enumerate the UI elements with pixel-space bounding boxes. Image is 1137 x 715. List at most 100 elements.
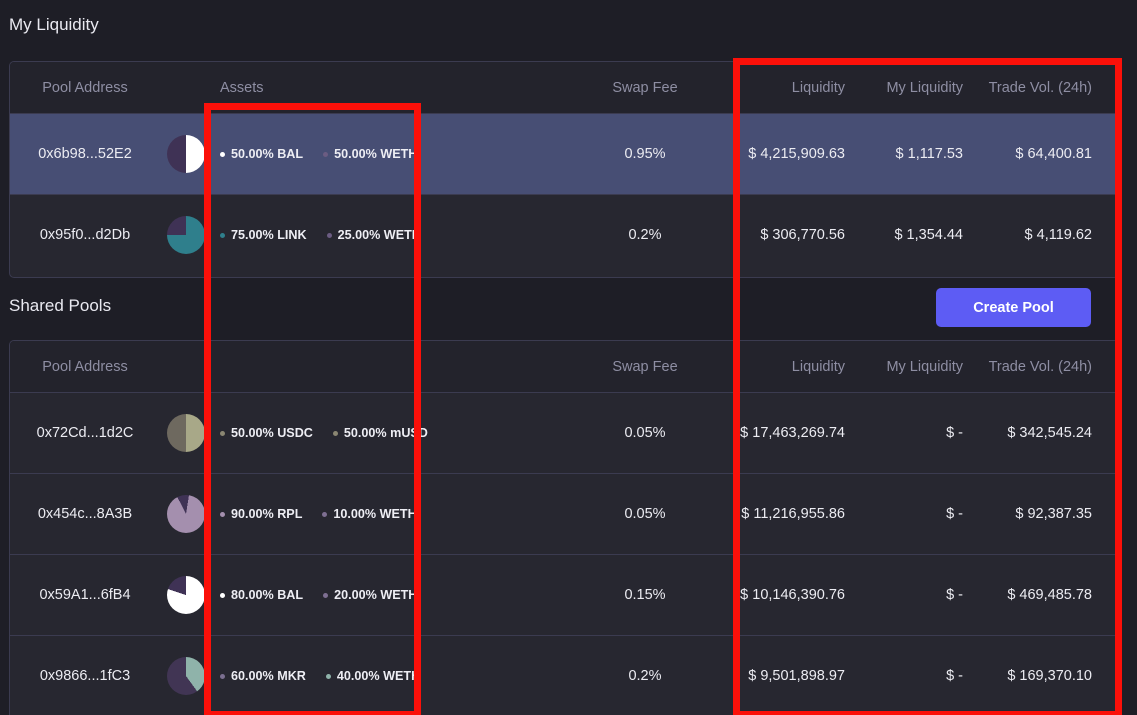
liquidity-cell: $ 4,215,909.63 <box>725 146 845 162</box>
token-color-dot-icon <box>322 512 327 517</box>
asset-weight-label: 90.00% RPL <box>231 507 302 521</box>
asset-weight-item: 40.00% WETH <box>326 669 420 683</box>
shared-pools-table: Pool Address Swap Fee Liquidity My Liqui… <box>9 340 1119 715</box>
column-header-trade-vol[interactable]: Trade Vol. (24h) <box>963 359 1118 375</box>
pool-weights-pie-icon <box>160 414 212 452</box>
table-row[interactable]: 0x72Cd...1d2C 50.00% USDC 50.00% mUSD 0.05%… <box>10 392 1118 473</box>
swap-fee-cell: 0.15% <box>565 587 725 603</box>
liquidity-cell: $ 11,216,955.86 <box>725 506 845 522</box>
swap-fee-cell: 0.05% <box>565 425 725 441</box>
pool-address-cell: 0x6b98...52E2 <box>10 146 160 162</box>
liquidity-cell: $ 10,146,390.76 <box>725 587 845 603</box>
asset-weight-label: 25.00% WETH <box>338 228 421 242</box>
token-color-dot-icon <box>220 512 225 517</box>
token-color-dot-icon <box>220 674 225 679</box>
liquidity-cell: $ 306,770.56 <box>725 227 845 243</box>
column-header-trade-vol[interactable]: Trade Vol. (24h) <box>963 80 1118 96</box>
trade-volume-cell: $ 469,485.78 <box>963 587 1118 603</box>
asset-weight-item: 90.00% RPL <box>220 507 302 521</box>
assets-cell: 60.00% MKR 40.00% WETH <box>212 669 565 683</box>
pool-weights-pie-icon <box>160 216 212 254</box>
assets-cell: 75.00% LINK 25.00% WETH <box>212 228 565 242</box>
asset-weight-item: 50.00% WETH <box>323 147 417 161</box>
token-color-dot-icon <box>323 593 328 598</box>
swap-fee-cell: 0.2% <box>565 668 725 684</box>
asset-weight-item: 60.00% MKR <box>220 669 306 683</box>
trade-volume-cell: $ 4,119.62 <box>963 227 1118 243</box>
pool-address-cell: 0x9866...1fC3 <box>10 668 160 684</box>
pool-weights-pie-icon <box>160 495 212 533</box>
asset-weight-label: 80.00% BAL <box>231 588 303 602</box>
token-color-dot-icon <box>333 431 338 436</box>
column-header-pool-address[interactable]: Pool Address <box>10 359 160 375</box>
trade-volume-cell: $ 342,545.24 <box>963 425 1118 441</box>
asset-weight-item: 80.00% BAL <box>220 588 303 602</box>
token-color-dot-icon <box>327 233 332 238</box>
liquidity-cell: $ 17,463,269.74 <box>725 425 845 441</box>
trade-volume-cell: $ 92,387.35 <box>963 506 1118 522</box>
asset-weight-item: 25.00% WETH <box>327 228 421 242</box>
swap-fee-cell: 0.2% <box>565 227 725 243</box>
asset-weight-item: 10.00% WETH <box>322 507 416 521</box>
assets-cell: 50.00% BAL 50.00% WETH <box>212 147 565 161</box>
column-header-swap-fee[interactable]: Swap Fee <box>565 359 725 375</box>
swap-fee-cell: 0.05% <box>565 506 725 522</box>
pool-address-cell: 0x454c...8A3B <box>10 506 160 522</box>
my-liquidity-cell: $ - <box>845 587 963 603</box>
token-color-dot-icon <box>220 152 225 157</box>
token-color-dot-icon <box>220 233 225 238</box>
table-row[interactable]: 0x6b98...52E250.00% BAL50.00% WETH0.95%$… <box>10 113 1118 194</box>
my-liquidity-cell: $ 1,117.53 <box>845 146 963 162</box>
table-header-row: Pool Address Swap Fee Liquidity My Liqui… <box>10 341 1118 392</box>
asset-weight-item: 50.00% USDC <box>220 426 313 440</box>
token-color-dot-icon <box>220 431 225 436</box>
my-liquidity-cell: $ 1,354.44 <box>845 227 963 243</box>
create-pool-button[interactable]: Create Pool <box>936 288 1091 327</box>
column-header-my-liquidity[interactable]: My Liquidity <box>845 359 963 375</box>
asset-weight-item: 50.00% BAL <box>220 147 303 161</box>
my-liquidity-cell: $ - <box>845 668 963 684</box>
pool-weights-pie-icon <box>160 135 212 173</box>
assets-cell: 80.00% BAL 20.00% WETH <box>212 588 565 602</box>
table-row[interactable]: 0x59A1...6fB480.00% BAL20.00% WETH0.15%$… <box>10 554 1118 635</box>
my-liquidity-cell: $ - <box>845 506 963 522</box>
asset-weight-label: 60.00% MKR <box>231 669 306 683</box>
assets-cell: 90.00% RPL 10.00% WETH <box>212 507 565 521</box>
asset-weight-label: 10.00% WETH <box>333 507 416 521</box>
token-color-dot-icon <box>220 593 225 598</box>
trade-volume-cell: $ 64,400.81 <box>963 146 1118 162</box>
assets-cell: 50.00% USDC 50.00% mUSD <box>212 426 565 440</box>
asset-weight-item: 75.00% LINK <box>220 228 307 242</box>
swap-fee-cell: 0.95% <box>565 146 725 162</box>
column-header-assets[interactable]: Assets <box>212 80 565 96</box>
my-liquidity-title: My Liquidity <box>0 15 99 35</box>
pool-weights-pie-icon <box>160 576 212 614</box>
pool-address-cell: 0x59A1...6fB4 <box>10 587 160 603</box>
pool-address-cell: 0x95f0...d2Db <box>10 227 160 243</box>
asset-weight-label: 75.00% LINK <box>231 228 307 242</box>
shared-pools-title: Shared Pools <box>0 296 111 316</box>
pool-address-cell: 0x72Cd...1d2C <box>10 425 160 441</box>
my-liquidity-cell: $ - <box>845 425 963 441</box>
column-header-liquidity[interactable]: Liquidity <box>725 80 845 96</box>
asset-weight-item: 50.00% mUSD <box>333 426 428 440</box>
asset-weight-label: 40.00% WETH <box>337 669 420 683</box>
table-row[interactable]: 0x95f0...d2Db75.00% LINK25.00% WETH0.2%$… <box>10 194 1118 275</box>
table-row[interactable]: 0x454c...8A3B90.00% RPL10.00% WETH0.05%$… <box>10 473 1118 554</box>
asset-weight-label: 50.00% WETH <box>334 147 417 161</box>
asset-weight-label: 20.00% WETH <box>334 588 417 602</box>
token-color-dot-icon <box>323 152 328 157</box>
column-header-liquidity[interactable]: Liquidity <box>725 359 845 375</box>
liquidity-cell: $ 9,501,898.97 <box>725 668 845 684</box>
asset-weight-label: 50.00% USDC <box>231 426 313 440</box>
token-color-dot-icon <box>326 674 331 679</box>
shared-pools-toolbar: Create Pool <box>9 279 1119 336</box>
my-liquidity-table: Pool Address Assets Swap Fee Liquidity M… <box>9 61 1119 278</box>
trade-volume-cell: $ 169,370.10 <box>963 668 1118 684</box>
table-row[interactable]: 0x9866...1fC360.00% MKR40.00% WETH0.2%$ … <box>10 635 1118 715</box>
table-header-row: Pool Address Assets Swap Fee Liquidity M… <box>10 62 1118 113</box>
column-header-pool-address[interactable]: Pool Address <box>10 80 160 96</box>
column-header-swap-fee[interactable]: Swap Fee <box>565 80 725 96</box>
my-liquidity-rows: 0x6b98...52E250.00% BAL50.00% WETH0.95%$… <box>10 113 1118 275</box>
column-header-my-liquidity[interactable]: My Liquidity <box>845 80 963 96</box>
